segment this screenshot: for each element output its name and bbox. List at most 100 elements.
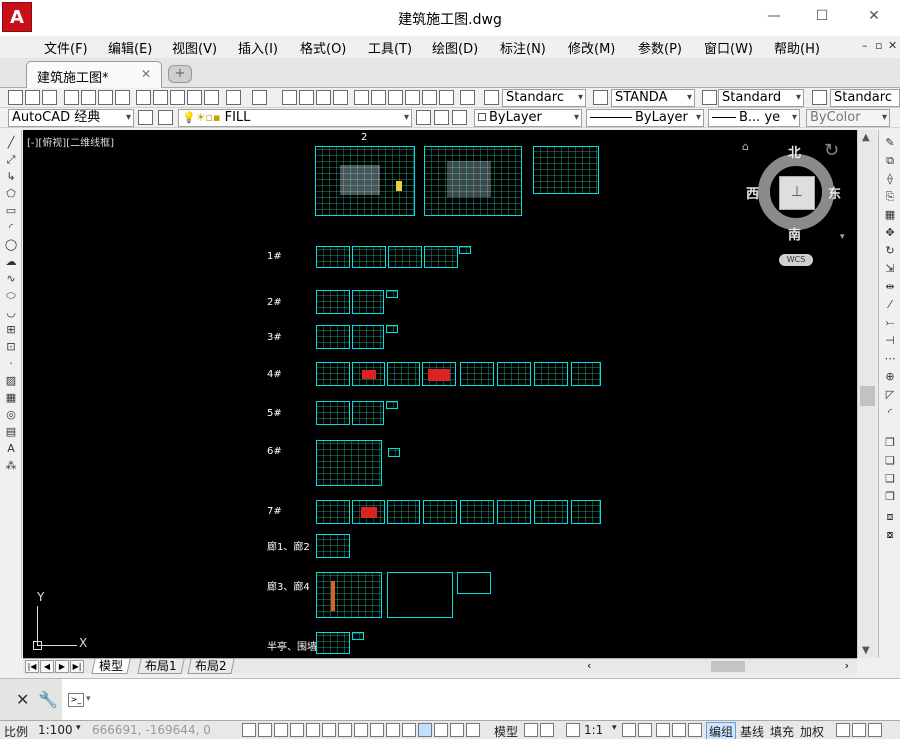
drawing-sheet[interactable] [316,290,350,314]
next-layout-icon[interactable]: ▶ [55,660,69,673]
drawing-sheet[interactable] [424,146,522,216]
construction-line-icon[interactable]: ⤢ [4,153,18,167]
close-command-line-icon[interactable]: ✕ [16,690,29,709]
command-prompt-icon[interactable]: >_ [68,693,84,707]
dynamic-input-icon[interactable] [386,723,400,737]
publish-icon[interactable] [98,90,113,105]
hardware-acceleration-icon[interactable] [688,723,702,737]
baseline-toggle[interactable]: 基线 [740,723,764,739]
draworder-under-icon[interactable]: ❒ [883,490,897,504]
drawing-sheet[interactable] [388,448,400,457]
help-icon[interactable] [460,90,475,105]
draworder-front-icon[interactable]: ❐ [883,436,897,450]
lightbulb-icon[interactable] [836,723,850,737]
model-space-button[interactable]: 模型 [494,723,518,739]
drawing-sheet[interactable] [316,362,350,386]
scale-icon[interactable]: ⇲ [883,262,897,276]
lineweight-display-icon[interactable] [402,723,416,737]
mdi-minimize-button[interactable]: – [862,39,868,52]
drawing-sheet[interactable] [352,362,385,386]
block-editor-icon[interactable] [204,90,219,105]
viewcube-face-top[interactable]: ⊥ [779,176,815,210]
drawing-sheet[interactable] [352,246,386,268]
table-icon[interactable]: ▤ [4,425,18,439]
spline-icon[interactable]: ∿ [4,272,18,286]
compass-east-label[interactable]: 东 [828,183,841,202]
rectangle-icon[interactable]: ▭ [4,204,18,218]
new-tab-button[interactable]: + [168,65,192,83]
revision-cloud-icon[interactable]: ☁ [4,255,18,269]
drawing-sheet[interactable] [571,500,601,524]
arc-icon[interactable]: ◜ [4,221,18,235]
drawing-sheet[interactable] [316,534,350,558]
annotation-visibility-icon[interactable] [566,723,580,737]
clean-screen-icon[interactable] [868,723,882,737]
compass-south-label[interactable]: 南 [788,224,801,243]
polar-tracking-icon[interactable] [306,723,320,737]
hatch-back-icon[interactable]: ⧇ [883,528,897,542]
ellipse-arc-icon[interactable]: ◡ [4,306,18,320]
drawing-sheet[interactable] [352,290,384,314]
drawing-sheet[interactable] [534,500,568,524]
hatch-icon[interactable]: ▨ [4,374,18,388]
tab-model[interactable]: 模型 [91,659,131,674]
grid-display-icon[interactable] [274,723,288,737]
scale-dropdown-icon[interactable]: ▾ [76,723,81,733]
layer-isolate-icon[interactable] [452,110,467,125]
menu-help[interactable]: 帮助(H) [774,38,820,57]
menu-draw[interactable]: 绘图(D) [432,38,478,57]
linetype-select[interactable]: ByLayer ▾ [586,109,704,127]
customize-wrench-icon[interactable]: 🔧 [38,690,58,709]
quickcalc-icon[interactable] [439,90,454,105]
annotation-scale-dropdown-icon[interactable]: ▾ [612,723,617,733]
viewport-controls-label[interactable]: [-][俯视][二维线框] [27,134,114,149]
cut-icon[interactable] [136,90,151,105]
workspace-switch-icon[interactable] [638,723,652,737]
add-status-icon[interactable] [466,723,480,737]
add-selected-icon[interactable]: ⁂ [4,459,18,473]
fill-toggle[interactable]: 填充 [770,723,794,739]
first-layout-icon[interactable]: |◀ [25,660,39,673]
horizontal-scroll-thumb[interactable] [711,661,745,672]
drawing-sheet[interactable] [352,401,384,425]
ellipse-icon[interactable]: ⬭ [4,289,18,303]
gradient-icon[interactable]: ▦ [4,391,18,405]
text-front-icon[interactable]: ⧈ [883,510,897,524]
mdi-restore-button[interactable]: ▫ [875,39,882,52]
drawing-sheet[interactable] [352,500,385,524]
dim-style-icon[interactable] [593,90,608,105]
undo-icon[interactable] [226,90,241,105]
menu-file[interactable]: 文件(F) [44,38,88,57]
drawing-sheet[interactable] [315,146,415,216]
drawing-sheet[interactable] [460,500,494,524]
sheet-set-icon[interactable] [405,90,420,105]
drawing-sheet[interactable] [316,401,350,425]
open-file-icon[interactable] [25,90,40,105]
fillet-icon[interactable]: ◜ [883,406,897,420]
drawing-sheet[interactable] [424,246,458,268]
scroll-right-icon[interactable]: › [845,659,849,672]
recent-commands-icon[interactable]: ▾ [86,694,91,704]
multileader-style-select[interactable]: Standarc [830,89,900,107]
close-button[interactable]: ✕ [864,6,884,26]
last-layout-icon[interactable]: ▶| [70,660,84,673]
menu-modify[interactable]: 修改(M) [568,38,615,57]
selection-cycling-icon[interactable] [434,723,448,737]
array-icon[interactable]: ▦ [883,208,897,222]
quick-view-drawings-icon[interactable] [540,723,554,737]
drawing-sheet[interactable] [316,572,382,618]
menu-dimension[interactable]: 标注(N) [500,38,546,57]
menu-edit[interactable]: 编辑(E) [108,38,152,57]
trim-icon[interactable]: ⁄ [883,298,897,312]
dynamic-ucs-icon[interactable] [370,723,384,737]
menu-insert[interactable]: 插入(I) [238,38,278,57]
drawing-sheet[interactable] [388,246,422,268]
auto-scale-icon[interactable] [622,723,636,737]
document-tab[interactable]: 建筑施工图* ✕ [26,61,162,88]
drawing-sheet[interactable] [460,362,494,386]
drawing-sheet[interactable] [316,440,382,486]
drawing-sheet[interactable] [386,290,398,298]
pan-icon[interactable] [282,90,297,105]
rotate-icon[interactable]: ↻ [883,244,897,258]
zoom-previous-icon[interactable] [333,90,348,105]
